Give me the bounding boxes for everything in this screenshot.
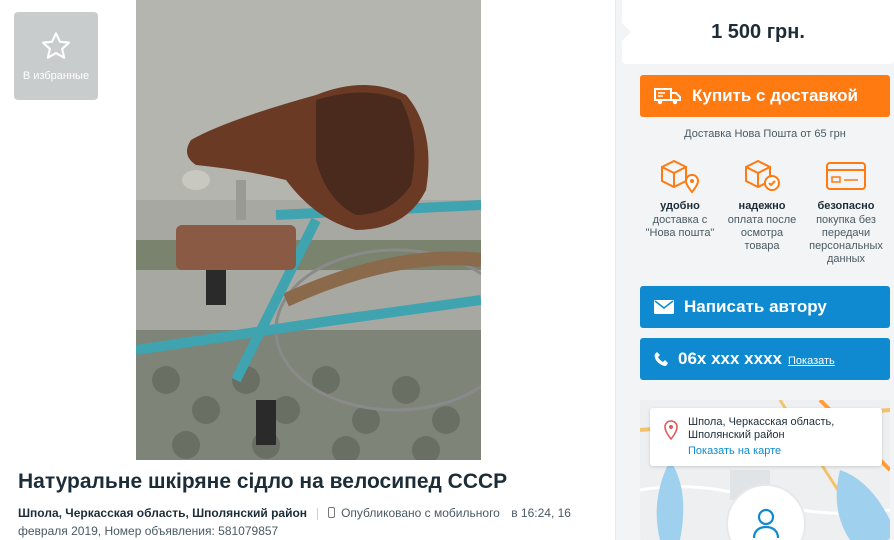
favorite-label: В избранные (22, 70, 90, 82)
feature-desc: доставка с "Нова пошта" (645, 214, 715, 239)
feature-title: удобно (660, 200, 700, 212)
feature-safe: безопасно покупка без передачи персональ… (806, 156, 886, 266)
bicycle-saddle-image (136, 0, 481, 460)
listing-title: Натуральне шкіряне сідло на велосипед СС… (18, 470, 508, 493)
envelope-icon (654, 300, 674, 314)
star-icon (41, 32, 70, 59)
meta-divider (317, 507, 319, 520)
buy-with-delivery-button[interactable]: Купить с доставкой (640, 75, 890, 117)
box-pin-icon (661, 159, 700, 194)
write-button-label: Написать автору (684, 297, 827, 316)
listing-location[interactable]: Шпола, Черкасская область, Шполянский ра… (18, 506, 307, 520)
price: 1 500 грн. (621, 0, 894, 64)
phone-number: 06x xxx xxxx (678, 349, 782, 368)
listing-photo[interactable] (136, 0, 481, 460)
write-author-button[interactable]: Написать автору (640, 286, 890, 328)
sidebar: 1 500 грн. Купить с доставкой Доставка Н… (621, 0, 894, 540)
phone-icon (654, 352, 668, 366)
listing-meta: Шпола, Черкасская область, Шполянский ра… (18, 504, 608, 540)
ad-number-line: февраля 2019, Номер объявления: 58107985… (18, 524, 279, 538)
published-label: Опубликовано с мобильного (341, 506, 500, 520)
feature-desc: покупка без передачи персональных данных (809, 214, 883, 265)
buy-button-label: Купить с доставкой (692, 86, 858, 105)
listing-panel: В избранные Натуральне шкіряне сідло на … (0, 0, 616, 540)
feature-title: безопасно (817, 200, 875, 212)
map-address: Шпола, Черкасская область, Шполянский ра… (688, 416, 835, 441)
feature-title: надежно (738, 200, 786, 212)
user-icon (752, 508, 780, 538)
feature-desc: оплата после осмотра товара (727, 214, 797, 252)
card-icon (826, 162, 866, 190)
show-phone-button[interactable]: 06x xxx xxxx Показать (640, 338, 890, 380)
location-map[interactable]: Шпола, Черкасская область, Шполянский ра… (640, 400, 890, 540)
show-phone-link[interactable]: Показать (788, 355, 835, 367)
mobile-icon (328, 507, 336, 518)
show-on-map-link[interactable]: Показать на карте (688, 445, 874, 457)
delivery-note: Доставка Нова Пошта от 65 грн (684, 128, 846, 140)
feature-reliable: надежно оплата после осмотра товара (722, 156, 802, 253)
feature-convenient: удобно доставка с "Нова пошта" (640, 156, 720, 240)
location-pin-icon (664, 420, 678, 440)
published-date: в 16:24, 16 (511, 506, 571, 520)
favorite-button[interactable]: В избранные (14, 12, 98, 100)
box-check-icon (745, 159, 780, 191)
map-address-card: Шпола, Черкасская область, Шполянский ра… (650, 408, 882, 466)
truck-icon (654, 88, 681, 105)
